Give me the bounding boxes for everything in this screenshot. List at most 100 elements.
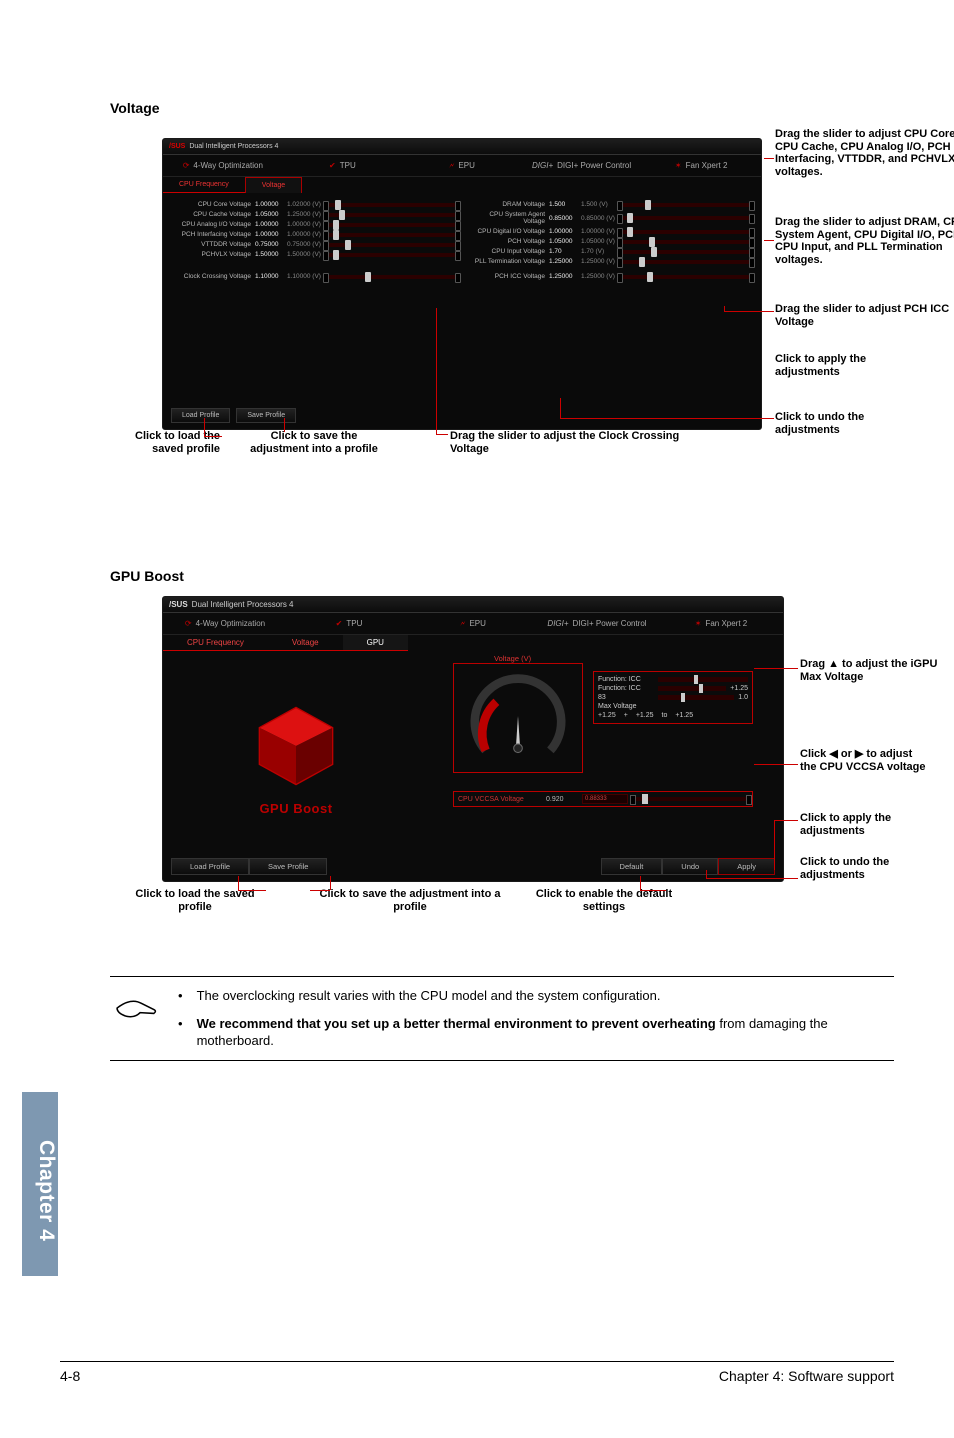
sync-icon: ⟳: [185, 619, 192, 628]
voltage-slider[interactable]: [327, 253, 457, 257]
ann-apply: Click to apply the adjustments: [775, 353, 925, 378]
voltage-row: CPU System Agent Voltage0.850000.85000 (…: [467, 211, 751, 225]
apply-button[interactable]: Apply: [718, 858, 775, 875]
voltage-slider[interactable]: [621, 230, 751, 234]
subtab-freq[interactable]: CPU Frequency: [163, 177, 245, 193]
window-title-2: Dual Intelligent Processors 4: [192, 600, 294, 609]
igpu-voltage-dial[interactable]: Voltage (V): [453, 663, 583, 773]
section-heading-voltage: Voltage: [110, 100, 894, 116]
voltage-row-label: CPU Analog I/O Voltage: [173, 221, 251, 228]
leader-line: [774, 860, 775, 870]
gpu-left-panel: GPU Boost: [181, 701, 411, 816]
ann2-save: Click to save the adjustment into a prof…: [310, 888, 510, 913]
power-icon: 🗲: [449, 161, 454, 171]
asus-logo-icon: /SUS: [169, 143, 185, 150]
vccsa-box: 0.88333: [582, 794, 628, 804]
note-block: • The overclocking result varies with th…: [110, 976, 894, 1061]
leader-line: [706, 870, 707, 878]
voltage-row-range: 1.25000 (V): [287, 211, 323, 218]
ann-save-profile: Click to save the adjustment into a prof…: [244, 430, 384, 455]
subtab-freq-2[interactable]: CPU Frequency: [163, 635, 268, 651]
tab-tpu-2[interactable]: ✔TPU: [287, 613, 411, 634]
readout-row: 831.0: [598, 694, 748, 701]
subtab-gpu[interactable]: GPU: [343, 635, 408, 651]
leader-line: [724, 311, 774, 312]
voltage-row: DRAM Voltage1.5001.500 (V): [467, 201, 751, 208]
tab-epu[interactable]: 🗲EPU: [402, 155, 522, 176]
tab-digi-2[interactable]: DIGI+DIGI+ Power Control: [535, 613, 659, 634]
subtab-voltage-2[interactable]: Voltage: [268, 635, 343, 651]
voltage-slider[interactable]: [327, 243, 457, 247]
save-profile-button-2[interactable]: Save Profile: [249, 858, 327, 875]
tab-fan[interactable]: ✶Fan Xpert 2: [641, 155, 761, 176]
voltage-row-label: CPU Cache Voltage: [173, 211, 251, 218]
tab-4way[interactable]: ⟳4-Way Optimization: [163, 155, 283, 176]
leader-line: [560, 398, 561, 418]
voltage-row: PCH Voltage1.050001.05000 (V): [467, 238, 751, 245]
voltage-row-value: 1.70: [549, 248, 577, 255]
vccsa-slider[interactable]: [634, 797, 748, 801]
footer-title: Chapter 4: Software support: [719, 1368, 894, 1384]
voltage-slider[interactable]: [621, 250, 751, 254]
note-hand-icon: [114, 987, 160, 1050]
tab-fan-2[interactable]: ✶Fan Xpert 2: [659, 613, 783, 634]
readout-row: Function: ICC: [598, 676, 748, 683]
sync-icon: ⟳: [183, 161, 190, 170]
leader-line: [706, 878, 798, 879]
cc-left-slider[interactable]: [327, 275, 457, 279]
profile-buttons: Load Profile Save Profile: [171, 408, 296, 423]
voltage-row-value: 1.50000: [255, 251, 283, 258]
leader-line: [764, 158, 774, 159]
voltage-row-value: 1.05000: [255, 211, 283, 218]
voltage-slider[interactable]: [327, 213, 457, 217]
voltage-row-range: 1.70 (V): [581, 248, 617, 255]
voltage-row-label: PCH Interfacing Voltage: [173, 231, 251, 238]
cc-left-label: Clock Crossing Voltage: [173, 273, 251, 280]
voltage-row-label: CPU Input Voltage: [467, 248, 545, 255]
voltage-row-range: 0.85000 (V): [581, 215, 617, 222]
ann-pch-icc: Drag the slider to adjust PCH ICC Voltag…: [775, 303, 954, 328]
leader-line: [640, 890, 666, 891]
voltage-slider[interactable]: [621, 203, 751, 207]
voltage-slider[interactable]: [621, 240, 751, 244]
note-list: • The overclocking result varies with th…: [178, 987, 890, 1050]
voltage-slider[interactable]: [327, 203, 457, 207]
subtab-voltage[interactable]: Voltage: [245, 177, 302, 193]
leader-line: [774, 820, 775, 860]
voltage-row-range: 1.00000 (V): [287, 231, 323, 238]
fan-icon: ✶: [675, 161, 682, 170]
voltage-row-label: PCHVLX Voltage: [173, 251, 251, 258]
load-profile-button-2[interactable]: Load Profile: [171, 858, 249, 875]
load-profile-button[interactable]: Load Profile: [171, 408, 230, 423]
note-text-1: The overclocking result varies with the …: [197, 987, 661, 1005]
save-profile-button[interactable]: Save Profile: [236, 408, 296, 423]
vccsa-value: 0.920: [546, 796, 576, 803]
voltage-row: PCH Interfacing Voltage1.000001.00000 (V…: [173, 231, 457, 238]
main-tabs-2: ⟳4-Way Optimization ✔TPU 🗲EPU DIGI+DIGI+…: [163, 613, 783, 635]
app-window-gpu: /SUS Dual Intelligent Processors 4 ⟳4-Wa…: [162, 596, 784, 882]
asus-logo-icon: /SUS: [169, 600, 188, 609]
tab-4way-2[interactable]: ⟳4-Way Optimization: [163, 613, 287, 634]
tab-tpu[interactable]: ✔TPU: [283, 155, 403, 176]
voltage-slider[interactable]: [327, 223, 457, 227]
clock-crossing-row: Clock Crossing Voltage 1.10000 1.10000 (…: [163, 269, 761, 282]
voltage-row-value: 1.05000: [549, 238, 577, 245]
default-button[interactable]: Default: [601, 858, 663, 875]
ann2-load: Click to load the saved profile: [120, 888, 270, 913]
voltage-row-value: 0.75000: [255, 241, 283, 248]
tab-epu-2[interactable]: 🗲EPU: [411, 613, 535, 634]
gpu-body: GPU Boost Voltage (V) Function: ICC Func…: [163, 651, 783, 857]
undo-button[interactable]: Undo: [662, 858, 718, 875]
voltage-row: CPU Input Voltage 1.70 1.70 (V): [467, 248, 751, 255]
leader-line: [764, 240, 774, 241]
tab-digi[interactable]: DIGI+DIGI+ Power Control: [522, 155, 642, 176]
voltage-slider[interactable]: [621, 216, 751, 220]
voltage-row-value: 1.00000: [255, 221, 283, 228]
cc-right-slider[interactable]: [621, 275, 751, 279]
voltage-row-value: 1.00000: [549, 228, 577, 235]
voltage-slider[interactable]: [327, 233, 457, 237]
leader-line: [774, 820, 798, 821]
window-title: Dual Intelligent Processors 4: [189, 143, 278, 150]
voltage-row: CPU Core Voltage1.000001.02000 (V): [173, 201, 457, 208]
voltage-slider[interactable]: [621, 260, 751, 264]
